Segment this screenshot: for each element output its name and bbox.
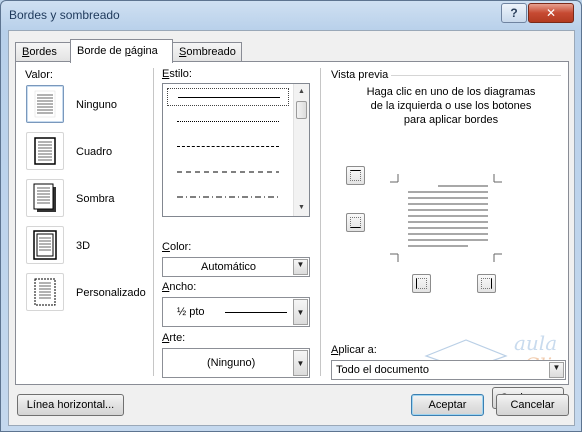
dashed-large-line [177, 171, 279, 173]
apply-to-dropdown[interactable]: Todo el documento ▼ [331, 360, 566, 380]
style-item-dash-dot[interactable] [167, 188, 289, 206]
dialog-window: Bordes y sombreado ? ✕ Bordes Borde de p… [0, 0, 582, 432]
cancel-button[interactable]: Cancelar [496, 394, 569, 416]
tab-borde-de-pagina-pre: Borde de [77, 45, 125, 57]
preview-header-line [391, 75, 561, 76]
3d-setting-icon [33, 230, 57, 260]
art-value: (Ninguno) [207, 357, 256, 369]
setting-shadow-label[interactable]: Sombra [76, 193, 115, 205]
separator-left [153, 68, 154, 376]
scroll-down-icon[interactable]: ▼ [294, 200, 309, 215]
style-item-dashed-large[interactable] [167, 163, 289, 181]
tab-sombreado-rest: ombreado [186, 46, 236, 58]
width-dropdown-arrow-icon[interactable]: ▼ [293, 299, 308, 325]
accept-button[interactable]: Aceptar [411, 394, 484, 416]
tab-borde-de-pagina[interactable]: Borde de página [70, 39, 173, 63]
tab-borde-de-pagina-rest: ágina [130, 45, 158, 57]
apply-to-label: Aplicar a: [331, 344, 377, 356]
setting-3d-button[interactable] [26, 226, 64, 264]
color-dropdown[interactable]: Automático ▼ [162, 257, 310, 277]
art-dropdown-arrow-icon[interactable]: ▼ [293, 350, 308, 376]
width-sample-line [225, 312, 287, 313]
apply-to-value: Todo el documento [336, 364, 429, 376]
top-border-button[interactable] [346, 166, 365, 185]
preview-instructions: Haga clic en uno de los diagramas de la … [366, 86, 536, 126]
left-border-icon [416, 278, 427, 289]
preview-page-diagram[interactable] [388, 170, 504, 266]
setting-3d-label[interactable]: 3D [76, 240, 90, 252]
setting-custom-button[interactable] [26, 273, 64, 311]
style-item-dotted[interactable] [167, 113, 289, 131]
setting-box-label[interactable]: Cuadro [76, 146, 112, 158]
scroll-up-icon[interactable]: ▲ [294, 84, 309, 99]
apply-to-dropdown-arrow-icon[interactable]: ▼ [549, 362, 564, 378]
tab-sombreado[interactable]: Sombreado [172, 42, 242, 62]
tab-bordes-rest: ordes [29, 46, 57, 58]
setting-custom-label[interactable]: Personalizado [76, 287, 146, 299]
dash-dot-line [177, 196, 279, 198]
dialog-client-area: Bordes Borde de página Sombreado Valor: [8, 30, 575, 426]
color-dropdown-arrow-icon[interactable]: ▼ [293, 259, 308, 275]
none-setting-icon [34, 90, 56, 118]
tab-bordes[interactable]: Bordes [15, 42, 71, 62]
art-label: Arte: [162, 332, 186, 344]
shadow-setting-icon [33, 183, 56, 212]
width-label: Ancho: [162, 281, 197, 293]
settings-label: Valor: [25, 69, 53, 81]
style-label: Estilo: [162, 68, 192, 80]
dialog-title: Bordes y sombreado [9, 8, 120, 22]
bottom-border-icon [350, 217, 361, 228]
tab-panel: Valor: Ninguno Cuadro Sombra 3D Personal… [15, 61, 569, 409]
preview-label: Vista previa [331, 69, 389, 81]
box-setting-icon [34, 137, 56, 165]
separator-right [320, 68, 321, 376]
horizontal-line-button[interactable]: Línea horizontal... [17, 394, 124, 416]
color-label: Color: [162, 241, 192, 253]
color-value: Automático [201, 261, 257, 273]
style-item-solid[interactable] [167, 88, 289, 106]
width-value: ½ pto [177, 306, 205, 318]
style-scrollbar[interactable]: ▲ ▼ [293, 84, 309, 216]
art-dropdown[interactable]: (Ninguno) ▼ [162, 348, 310, 378]
style-listbox[interactable]: ▲ ▼ [162, 83, 310, 217]
setting-none-button[interactable] [26, 85, 64, 123]
title-bar[interactable]: Bordes y sombreado ? ✕ [1, 1, 581, 29]
setting-box-button[interactable] [26, 132, 64, 170]
right-border-button[interactable] [477, 274, 496, 293]
bottom-border-button[interactable] [346, 213, 365, 232]
right-border-icon [481, 278, 492, 289]
setting-shadow-button[interactable] [26, 179, 64, 217]
custom-setting-icon [34, 278, 56, 306]
scroll-thumb[interactable] [296, 101, 307, 119]
help-button[interactable]: ? [501, 3, 527, 23]
close-button[interactable]: ✕ [528, 3, 574, 23]
watermark-text-aula: aula [514, 331, 557, 355]
setting-none-label[interactable]: Ninguno [76, 99, 117, 111]
width-dropdown[interactable]: ½ pto ▼ [162, 297, 310, 327]
left-border-button[interactable] [412, 274, 431, 293]
style-item-dashed-small[interactable] [167, 138, 289, 156]
top-border-icon [350, 170, 361, 181]
